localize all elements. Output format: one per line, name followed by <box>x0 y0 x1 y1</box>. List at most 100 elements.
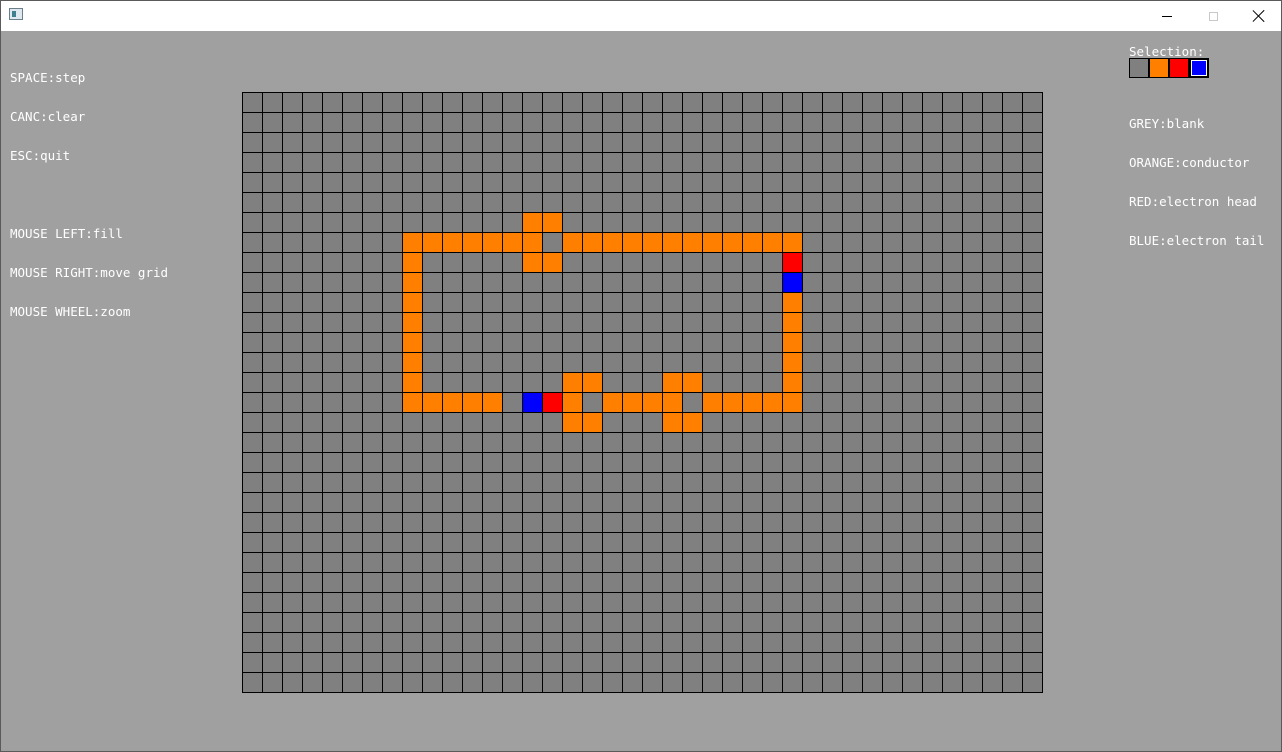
grid-cell-blank[interactable] <box>282 412 302 432</box>
grid-cell-blank[interactable] <box>902 112 922 132</box>
grid-cell-blank[interactable] <box>282 512 302 532</box>
grid-cell-blank[interactable] <box>362 512 382 532</box>
grid-cell-blank[interactable] <box>722 332 742 352</box>
grid-cell-blank[interactable] <box>842 372 862 392</box>
grid-cell-blank[interactable] <box>522 112 542 132</box>
grid-cell-blank[interactable] <box>782 132 802 152</box>
grid-cell-blank[interactable] <box>242 612 262 632</box>
grid-cell-blank[interactable] <box>522 492 542 512</box>
grid-cell-blank[interactable] <box>902 672 922 692</box>
grid-cell-blank[interactable] <box>582 512 602 532</box>
grid-cell-blank[interactable] <box>682 312 702 332</box>
grid-cell-blank[interactable] <box>302 352 322 372</box>
grid-cell-blank[interactable] <box>302 152 322 172</box>
grid-cell-blank[interactable] <box>782 112 802 132</box>
grid-cell-blank[interactable] <box>722 172 742 192</box>
grid-cell-blank[interactable] <box>1022 572 1042 592</box>
grid-cell-blank[interactable] <box>422 632 442 652</box>
grid-cell-blank[interactable] <box>342 412 362 432</box>
grid-cell-blank[interactable] <box>762 432 782 452</box>
grid-cell-blank[interactable] <box>362 472 382 492</box>
grid-cell-blank[interactable] <box>502 572 522 592</box>
grid-cell-blank[interactable] <box>802 92 822 112</box>
grid-cell-blank[interactable] <box>842 592 862 612</box>
grid-cell-blank[interactable] <box>822 672 842 692</box>
grid-cell-blank[interactable] <box>382 632 402 652</box>
grid-cell-blank[interactable] <box>442 292 462 312</box>
grid-cell-blank[interactable] <box>422 652 442 672</box>
swatch-orange[interactable] <box>1149 58 1169 78</box>
grid-cell-blank[interactable] <box>302 652 322 672</box>
grid-cell-blank[interactable] <box>882 372 902 392</box>
grid-cell-blank[interactable] <box>622 212 642 232</box>
grid-cell-blank[interactable] <box>622 472 642 492</box>
grid-cell-blank[interactable] <box>282 552 302 572</box>
grid-cell-blank[interactable] <box>542 532 562 552</box>
grid-cell-conductor[interactable] <box>442 392 462 412</box>
grid-cell-blank[interactable] <box>562 432 582 452</box>
grid-cell-blank[interactable] <box>922 632 942 652</box>
grid-cell-blank[interactable] <box>862 472 882 492</box>
grid-cell-blank[interactable] <box>842 632 862 652</box>
grid-cell-blank[interactable] <box>382 252 402 272</box>
grid-cell-blank[interactable] <box>822 172 842 192</box>
grid-cell-blank[interactable] <box>902 552 922 572</box>
grid-cell-blank[interactable] <box>922 432 942 452</box>
grid-cell-conductor[interactable] <box>602 392 622 412</box>
grid-cell-blank[interactable] <box>642 352 662 372</box>
grid-cell-blank[interactable] <box>362 192 382 212</box>
grid-cell-blank[interactable] <box>302 312 322 332</box>
grid-cell-blank[interactable] <box>462 212 482 232</box>
grid-cell-blank[interactable] <box>442 672 462 692</box>
grid-cell-blank[interactable] <box>662 552 682 572</box>
grid-cell-blank[interactable] <box>942 92 962 112</box>
grid-cell-tail[interactable] <box>522 392 542 412</box>
grid-cell-blank[interactable] <box>282 612 302 632</box>
grid-cell-blank[interactable] <box>962 352 982 372</box>
grid-cell-blank[interactable] <box>982 432 1002 452</box>
grid-cell-blank[interactable] <box>242 532 262 552</box>
grid-cell-blank[interactable] <box>482 212 502 232</box>
grid-cell-blank[interactable] <box>922 172 942 192</box>
grid-cell-blank[interactable] <box>702 332 722 352</box>
grid-cell-blank[interactable] <box>302 372 322 392</box>
grid-cell-blank[interactable] <box>682 572 702 592</box>
grid-cell-blank[interactable] <box>542 492 562 512</box>
grid-cell-blank[interactable] <box>422 532 442 552</box>
grid-cell-blank[interactable] <box>562 152 582 172</box>
grid-cell-conductor[interactable] <box>682 232 702 252</box>
grid-cell-blank[interactable] <box>462 372 482 392</box>
grid-cell-blank[interactable] <box>382 352 402 372</box>
grid-cell-blank[interactable] <box>502 112 522 132</box>
grid-cell-conductor[interactable] <box>402 232 422 252</box>
grid-cell-blank[interactable] <box>322 272 342 292</box>
grid-cell-blank[interactable] <box>642 292 662 312</box>
grid-cell-blank[interactable] <box>602 592 622 612</box>
grid-cell-blank[interactable] <box>242 192 262 212</box>
grid-cell-conductor[interactable] <box>402 272 422 292</box>
grid-cell-blank[interactable] <box>622 252 642 272</box>
grid-cell-blank[interactable] <box>1022 432 1042 452</box>
grid-cell-blank[interactable] <box>502 632 522 652</box>
grid-cell-blank[interactable] <box>422 152 442 172</box>
grid-cell-blank[interactable] <box>522 132 542 152</box>
grid-cell-blank[interactable] <box>242 592 262 612</box>
grid-cell-blank[interactable] <box>842 412 862 432</box>
grid-cell-blank[interactable] <box>522 372 542 392</box>
grid-cell-blank[interactable] <box>642 592 662 612</box>
grid-cell-blank[interactable] <box>742 272 762 292</box>
grid-cell-blank[interactable] <box>282 632 302 652</box>
grid-cell-blank[interactable] <box>362 652 382 672</box>
grid-cell-blank[interactable] <box>562 492 582 512</box>
grid-cell-blank[interactable] <box>282 472 302 492</box>
grid-cell-blank[interactable] <box>702 452 722 472</box>
grid-cell-conductor[interactable] <box>782 392 802 412</box>
grid-cell-blank[interactable] <box>282 332 302 352</box>
grid-cell-blank[interactable] <box>762 92 782 112</box>
grid-cell-blank[interactable] <box>842 352 862 372</box>
grid-cell-blank[interactable] <box>342 592 362 612</box>
grid-cell-conductor[interactable] <box>622 232 642 252</box>
grid-cell-blank[interactable] <box>442 172 462 192</box>
grid-cell-blank[interactable] <box>542 372 562 392</box>
grid-cell-blank[interactable] <box>782 672 802 692</box>
